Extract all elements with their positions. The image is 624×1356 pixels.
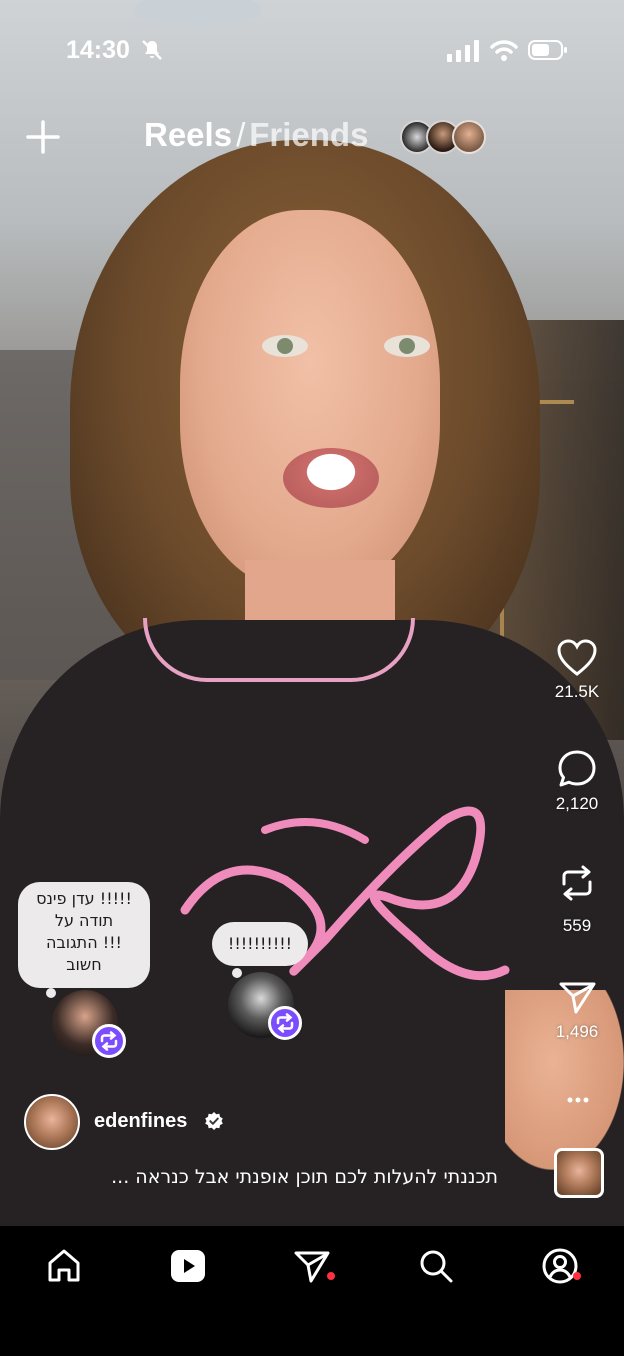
- reel-author[interactable]: edenfines: [24, 1094, 324, 1154]
- title-separator: /: [236, 116, 246, 153]
- person-mouth: [283, 448, 379, 508]
- author-avatar[interactable]: [24, 1094, 80, 1150]
- bubble-tail-dot: [46, 988, 56, 998]
- reels-icon[interactable]: [168, 1246, 208, 1286]
- send-paper-plane-icon[interactable]: [292, 1246, 332, 1286]
- person-right-eye: [384, 335, 430, 357]
- tab-reels[interactable]: Reels: [144, 116, 232, 153]
- friends-avatar-stack[interactable]: [400, 120, 486, 154]
- person-left-eye: [262, 335, 308, 357]
- page-title: Reels / Friends: [144, 116, 368, 154]
- wifi-icon: [490, 40, 518, 61]
- note-text-line: תודה על: [54, 911, 114, 930]
- note-text-line: התגובה !!!: [46, 933, 122, 952]
- repost-icon: [562, 865, 592, 901]
- verified-badge-icon: [205, 1112, 223, 1130]
- shirt-collar: [143, 618, 415, 682]
- person-face: [180, 210, 440, 590]
- muted-bell-icon: [142, 40, 162, 60]
- comment-bubble-icon: [558, 750, 596, 787]
- heart-icon: [557, 639, 597, 676]
- friend-note-bubble[interactable]: עדן פינס !!!!! תודה על התגובה !!! חשוב: [18, 882, 150, 998]
- repost-icon: [100, 1031, 118, 1051]
- status-bar: 14:30: [0, 0, 624, 100]
- comment-count: 2,120: [555, 794, 599, 813]
- cellular-signal-icon: [447, 40, 479, 62]
- note-text-line: חשוב: [66, 955, 102, 974]
- more-dots-icon: [567, 1097, 589, 1103]
- note-text-line: !!!!!!!!!!: [227, 934, 293, 953]
- send-paper-plane-icon: [559, 982, 596, 1014]
- like-count: 21.5K: [554, 682, 600, 701]
- profile-icon[interactable]: [540, 1246, 580, 1286]
- home-icon[interactable]: [44, 1246, 84, 1286]
- reel-caption[interactable]: תכננתי להעלות לכם תוכן אופנתי אבל כנראה …: [68, 1166, 498, 1188]
- repost-count: 559: [562, 916, 592, 935]
- tab-friends[interactable]: Friends: [249, 116, 368, 153]
- friend-note-bubble[interactable]: !!!!!!!!!!: [212, 922, 308, 978]
- like-button[interactable]: 21.5K: [540, 638, 614, 702]
- share-button[interactable]: 1,496: [540, 976, 614, 1042]
- bottom-navigation: [0, 1226, 624, 1356]
- bubble-tail-dot: [232, 968, 242, 978]
- more-options-button[interactable]: [540, 1088, 614, 1112]
- create-plus-icon[interactable]: [26, 120, 60, 154]
- repost-badge: [92, 1024, 126, 1058]
- shirt-graphic: [180, 806, 510, 981]
- messages-notification-dot: [327, 1272, 335, 1280]
- friend-avatar: [452, 120, 486, 154]
- profile-notification-dot: [573, 1272, 581, 1280]
- search-icon[interactable]: [416, 1246, 456, 1286]
- audio-thumbnail[interactable]: [554, 1148, 604, 1198]
- comment-button[interactable]: 2,120: [540, 748, 614, 814]
- repost-icon: [276, 1013, 294, 1033]
- repost-button[interactable]: 559: [540, 862, 614, 936]
- battery-icon: [528, 40, 567, 60]
- note-text-line: עדן פינס !!!!!: [36, 889, 132, 908]
- repost-badge: [268, 1006, 302, 1040]
- author-username[interactable]: edenfines: [94, 1110, 187, 1133]
- share-count: 1,496: [555, 1022, 599, 1041]
- reels-header: Reels / Friends: [0, 110, 624, 170]
- status-time: 14:30: [66, 36, 130, 64]
